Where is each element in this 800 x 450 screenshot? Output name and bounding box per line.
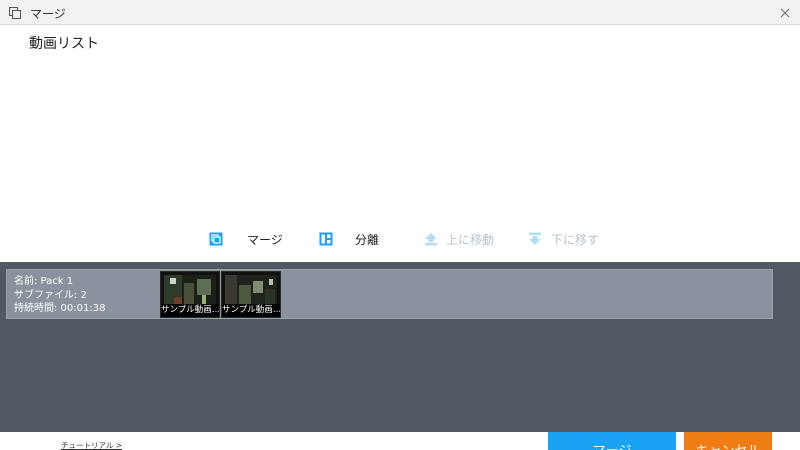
clip-thumbnail[interactable]: サンプル動画…	[160, 271, 220, 318]
split-tool-label: 分離	[355, 232, 380, 247]
arrow-down-icon	[529, 232, 541, 245]
video-frame-image	[164, 275, 216, 305]
tutorial-link[interactable]: チュートリアル >	[61, 440, 122, 450]
move-up-tool-button[interactable]: 上に移動	[424, 226, 494, 252]
video-frame-image	[225, 275, 277, 305]
pack-info: 名前: Pack 1 サブファイル: 2 持続時間: 00:01:38	[14, 275, 105, 316]
split-tool-button[interactable]: 分離	[319, 226, 379, 252]
merge-tool-label: マージ	[247, 232, 283, 247]
move-up-tool-label: 上に移動	[446, 232, 495, 247]
pack-name: 名前: Pack 1	[14, 276, 74, 287]
close-icon[interactable]	[776, 4, 794, 22]
video-list-heading: 動画リスト	[29, 36, 99, 52]
cancel-button[interactable]: キャンセル	[684, 432, 772, 450]
arrow-up-icon	[425, 233, 437, 246]
split-icon	[319, 232, 333, 246]
clip-thumbnail[interactable]: サンプル動画…	[221, 271, 281, 318]
pack-duration: 持続時間: 00:01:38	[14, 303, 106, 314]
pack-panel: 名前: Pack 1 サブファイル: 2 持続時間: 00:01:38 サンプル…	[0, 262, 800, 432]
toolbar: マージ 分離 上に移動 下に移す	[0, 226, 800, 252]
merge-button-label: マージ	[548, 432, 676, 450]
clip-caption: サンプル動画…	[161, 304, 219, 317]
merge-window-icon	[9, 7, 21, 19]
merge-tool-button[interactable]: マージ	[209, 226, 283, 252]
title-bar: マージ	[0, 0, 800, 25]
move-down-tool-button[interactable]: 下に移す	[528, 226, 599, 252]
cancel-button-label: キャンセル	[684, 432, 772, 450]
pack-row[interactable]: 名前: Pack 1 サブファイル: 2 持続時間: 00:01:38 サンプル…	[6, 269, 773, 319]
pack-subfile-count: サブファイル: 2	[14, 289, 87, 301]
move-down-tool-label: 下に移す	[551, 232, 600, 247]
clip-caption: サンプル動画…	[222, 304, 280, 317]
merge-icon	[209, 232, 223, 246]
merge-button[interactable]: マージ	[548, 432, 676, 450]
window-title: マージ	[30, 7, 66, 21]
